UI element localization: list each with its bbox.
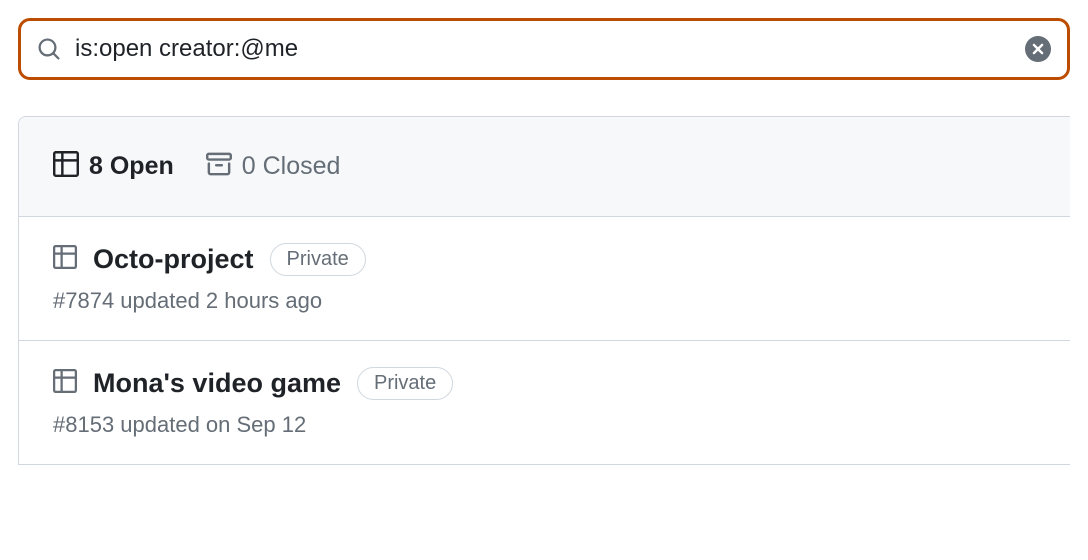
tab-open-label: 8 Open xyxy=(89,152,174,181)
project-title: Mona's video game xyxy=(93,368,341,399)
search-icon xyxy=(37,37,61,61)
table-icon xyxy=(53,151,79,182)
search-bar[interactable] xyxy=(18,18,1070,80)
project-item[interactable]: Mona's video game Private #8153 updated … xyxy=(19,341,1070,464)
project-meta: #8153 updated on Sep 12 xyxy=(53,412,1042,438)
visibility-badge: Private xyxy=(270,243,366,276)
tab-closed-label: 0 Closed xyxy=(242,152,341,181)
project-title: Octo-project xyxy=(93,244,254,275)
clear-search-button[interactable] xyxy=(1025,36,1051,62)
projects-list: 8 Open 0 Closed Octo-project Private #78… xyxy=(18,116,1070,465)
tab-closed[interactable]: 0 Closed xyxy=(206,151,341,182)
project-item[interactable]: Octo-project Private #7874 updated 2 hou… xyxy=(19,217,1070,341)
search-input[interactable] xyxy=(75,35,1025,63)
visibility-badge: Private xyxy=(357,367,453,400)
project-item-header: Mona's video game Private xyxy=(53,367,1042,400)
table-icon xyxy=(53,245,77,274)
archive-icon xyxy=(206,151,232,182)
table-icon xyxy=(53,369,77,398)
tab-open[interactable]: 8 Open xyxy=(53,151,174,182)
project-item-header: Octo-project Private xyxy=(53,243,1042,276)
project-meta: #7874 updated 2 hours ago xyxy=(53,288,1042,314)
projects-tab-bar: 8 Open 0 Closed xyxy=(19,117,1070,217)
